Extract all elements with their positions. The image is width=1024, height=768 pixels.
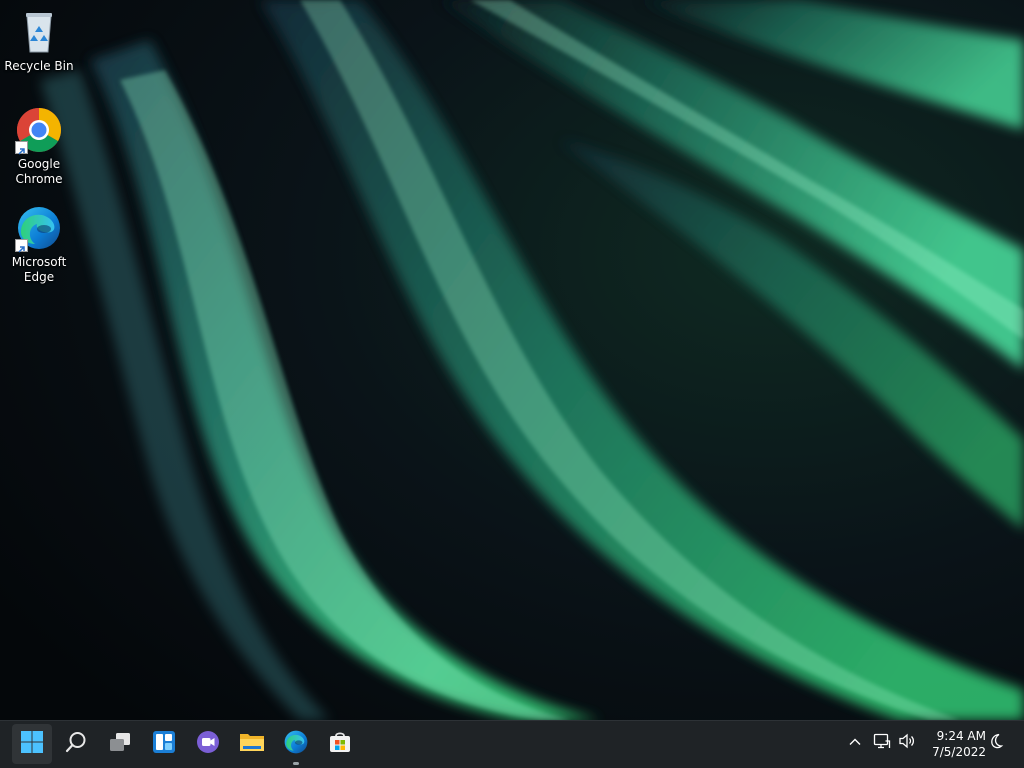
desktop-icon-recycle-bin[interactable]: Recycle Bin — [3, 8, 75, 74]
chat-button[interactable] — [188, 724, 228, 764]
recycle-bin-icon — [15, 8, 63, 56]
moon-icon — [988, 732, 1006, 754]
search-icon — [65, 731, 87, 757]
edge-taskbar-button[interactable] — [276, 724, 316, 765]
taskbar: 9:24 AM 7/5/2022 — [0, 720, 1024, 768]
desktop-icon-google-chrome[interactable]: Google Chrome — [3, 106, 75, 187]
desktop-icon-label: Microsoft Edge — [11, 255, 67, 284]
clock[interactable]: 9:24 AM 7/5/2022 — [926, 728, 986, 760]
clock-time: 9:24 AM — [936, 729, 986, 743]
task-view-icon — [108, 730, 132, 758]
store-icon — [328, 730, 352, 758]
show-hidden-icons-button[interactable] — [845, 733, 865, 753]
volume-icon — [898, 732, 916, 754]
desktop-icon-label: Recycle Bin — [4, 59, 74, 73]
shortcut-arrow-icon — [15, 141, 28, 155]
folder-icon — [239, 730, 265, 758]
widgets-icon — [152, 730, 176, 758]
edge-icon — [283, 729, 309, 759]
wallpaper — [0, 0, 1024, 720]
teams-chat-icon — [196, 730, 220, 758]
chrome-icon — [15, 106, 63, 155]
task-view-button[interactable] — [100, 724, 140, 764]
focus-assist-button[interactable] — [987, 733, 1007, 753]
edge-icon — [15, 204, 63, 253]
network-button[interactable] — [872, 733, 892, 753]
desktop[interactable]: Recycle Bin Google Chrome Microsoft Edge — [0, 0, 1024, 720]
windows-logo-icon — [20, 730, 44, 758]
desktop-icon-label: Google Chrome — [15, 157, 63, 186]
widgets-button[interactable] — [144, 724, 184, 764]
shortcut-arrow-icon — [15, 239, 28, 253]
file-explorer-button[interactable] — [232, 724, 272, 764]
network-icon — [873, 732, 891, 754]
volume-button[interactable] — [897, 733, 917, 753]
chevron-up-icon — [848, 734, 862, 753]
search-button[interactable] — [56, 724, 96, 764]
store-button[interactable] — [320, 724, 360, 764]
start-button[interactable] — [12, 724, 52, 764]
clock-date: 7/5/2022 — [932, 745, 986, 759]
running-indicator — [293, 762, 299, 765]
desktop-icon-microsoft-edge[interactable]: Microsoft Edge — [3, 204, 75, 285]
